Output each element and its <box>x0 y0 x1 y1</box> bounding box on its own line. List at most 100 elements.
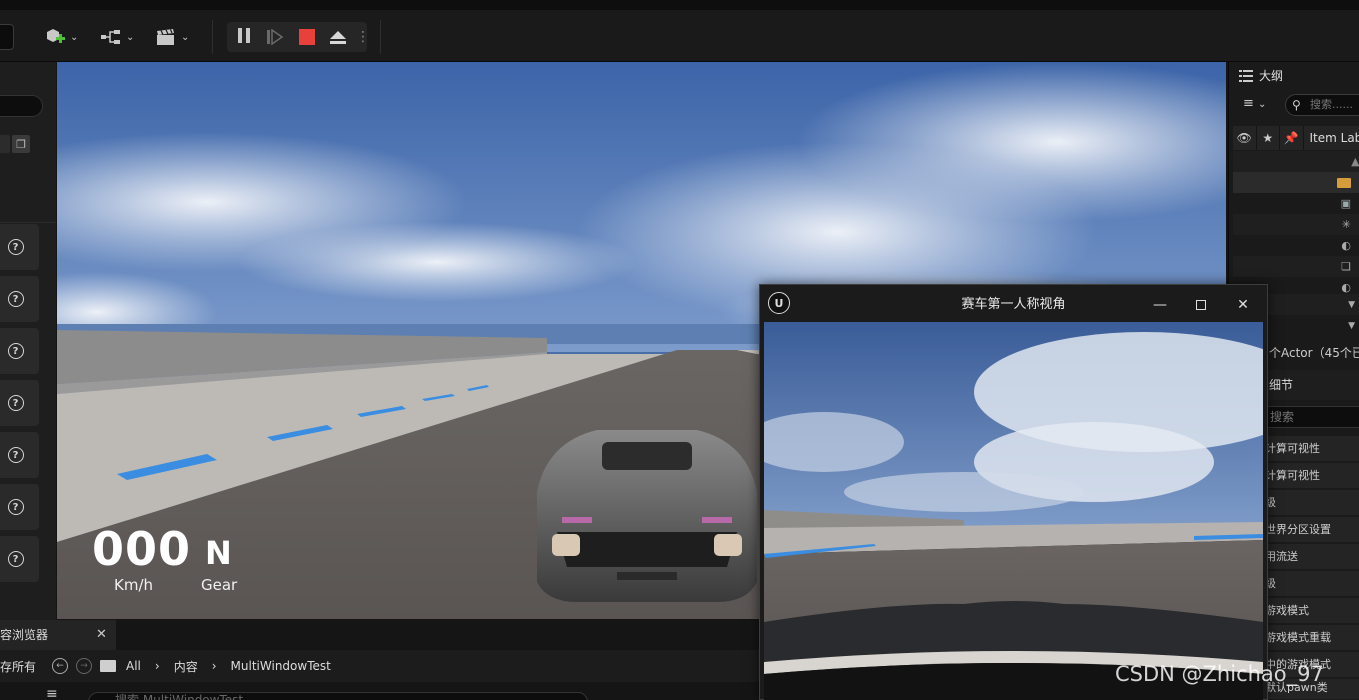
content-browser-tab-label: 内容浏览器 <box>0 628 49 642</box>
details-property-row[interactable]: 级 <box>1265 490 1359 516</box>
item-label-column[interactable]: Item Label <box>1304 131 1359 145</box>
chevron-right-icon: › <box>154 659 160 673</box>
folder-icon <box>100 660 117 672</box>
question-icon: ? <box>7 395 24 411</box>
close-icon[interactable]: ✕ <box>96 620 107 650</box>
breadcrumb-folder[interactable]: MultiWindowTest <box>231 659 331 673</box>
chevron-down-icon: ⌄ <box>126 31 135 43</box>
cinematics-button[interactable]: ⌄ <box>155 24 189 50</box>
content-search-input[interactable]: 搜索 MultiWindowTest <box>88 692 588 700</box>
boxes-icon[interactable]: ❐ <box>12 135 30 153</box>
content-browser-tabbar: 内容浏览器 ✕ <box>0 620 760 650</box>
watermark: CSDN @Zhichao_97 <box>1115 662 1324 686</box>
left-search-field[interactable] <box>0 95 43 117</box>
add-actor-icon <box>47 29 65 43</box>
outliner-title: 大纲 <box>1259 69 1284 83</box>
details-property-row[interactable]: 世界分区设置 <box>1265 517 1359 543</box>
gear-label: Gear <box>201 576 238 594</box>
question-icon: ? <box>7 551 24 567</box>
breadcrumb-content[interactable]: 内容 <box>174 658 198 675</box>
maximize-icon <box>1196 300 1206 310</box>
chevron-down-icon: ⌄ <box>70 31 79 43</box>
folder-icon <box>1337 177 1351 188</box>
play-controls: ⋮ <box>227 22 370 52</box>
outliner-tab[interactable]: 大纲 <box>1239 67 1283 84</box>
pause-button[interactable] <box>233 26 255 48</box>
star-icon[interactable]: ★ <box>1257 126 1280 150</box>
question-icon: ? <box>7 343 24 359</box>
details-property-row[interactable]: 计算可视性 <box>1265 436 1359 462</box>
help-button[interactable]: ? <box>0 432 39 478</box>
eject-icon <box>330 31 347 44</box>
search-icon: ⚲ <box>1292 98 1301 112</box>
main-toolbar: ⌄ ⌄ ⌄ ⋮ <box>0 0 1359 62</box>
more-vertical-icon: ⋮ <box>356 29 370 45</box>
blueprint-icon <box>101 30 120 44</box>
outliner-row[interactable]: ◐ <box>1233 235 1359 256</box>
level-icon: ▲ <box>1351 155 1359 168</box>
outliner-row[interactable]: ❏ <box>1233 256 1359 277</box>
help-button[interactable]: ? <box>0 328 39 374</box>
stop-icon <box>298 29 315 45</box>
toolbar-divider <box>380 20 381 54</box>
pause-icon <box>236 28 252 46</box>
pin-icon[interactable]: 📌 <box>1280 126 1304 150</box>
cube-icon: ❏ <box>1341 260 1351 273</box>
divider <box>0 222 56 223</box>
question-icon: ? <box>7 447 24 463</box>
mode-selector[interactable] <box>0 24 14 50</box>
details-property-row[interactable]: 级 <box>1265 571 1359 597</box>
actor-icon: ▣ <box>1340 197 1351 210</box>
first-person-viewport[interactable] <box>764 322 1263 700</box>
outliner-row[interactable]: ▣ <box>1233 193 1359 214</box>
outliner-row[interactable] <box>1233 172 1359 193</box>
details-property-row[interactable]: 游戏模式 <box>1265 598 1359 624</box>
breadcrumb-all[interactable]: All <box>126 659 141 673</box>
outliner-row[interactable]: ✳ <box>1233 214 1359 235</box>
eye-icon[interactable]: 👁 <box>1233 126 1257 150</box>
question-icon: ? <box>7 499 24 515</box>
outliner-column-header: 👁 ★ 📌 Item Label <box>1233 126 1359 150</box>
details-property-row[interactable]: 用流送 <box>1265 544 1359 570</box>
blueprint-button[interactable]: ⌄ <box>100 24 134 50</box>
first-person-scene <box>764 322 1263 700</box>
maximize-button[interactable] <box>1189 293 1213 317</box>
details-search-input[interactable]: 搜索 <box>1265 406 1359 428</box>
close-icon: ✕ <box>1237 297 1249 313</box>
outliner-row-world[interactable]: ▲ Vo <box>1233 151 1359 172</box>
toolbar-divider <box>212 20 213 54</box>
help-button[interactable]: ? <box>0 276 39 322</box>
unreal-logo-icon: U <box>768 292 790 314</box>
save-all-button[interactable]: 保存所有 <box>0 658 36 675</box>
sphere-icon: ◐ <box>1341 239 1351 252</box>
forward-icon[interactable]: → <box>76 658 93 674</box>
help-button[interactable]: ? <box>0 484 39 530</box>
more-options-button[interactable]: ⋮ <box>356 26 370 48</box>
add-actor-button[interactable]: ⌄ <box>44 24 78 50</box>
help-button[interactable]: ? <box>0 224 39 270</box>
first-person-window: 赛车第一人称视角 U — ✕ <box>759 284 1268 700</box>
step-forward-icon <box>267 29 284 45</box>
help-button[interactable]: ? <box>0 536 39 582</box>
filter-button[interactable]: ≡ ⌄ <box>1243 96 1266 111</box>
minimize-button[interactable]: — <box>1148 293 1172 317</box>
content-browser-nav: 保存所有 ← → All › 内容 › MultiWindowTest <box>0 650 760 682</box>
eject-button[interactable] <box>328 26 350 48</box>
chevron-down-icon: ⌄ <box>1258 99 1267 110</box>
sphere-icon: ◐ <box>1341 281 1351 294</box>
race-car <box>537 430 757 602</box>
stop-button[interactable] <box>296 26 318 48</box>
details-property-row[interactable]: 计算可视性 <box>1265 463 1359 489</box>
outliner-search-input[interactable]: ⚲ 搜索...... <box>1285 94 1359 116</box>
speed-unit-label: Km/h <box>114 576 154 594</box>
speed-readout: 000 <box>92 522 192 576</box>
window-titlebar[interactable]: 赛车第一人称视角 U — ✕ <box>760 285 1267 321</box>
filter-icon: ≡ <box>1243 96 1254 111</box>
back-icon[interactable]: ← <box>52 658 69 674</box>
details-property-row[interactable]: 游戏模式重载 <box>1265 625 1359 651</box>
close-button[interactable]: ✕ <box>1231 293 1255 317</box>
panel-toggle-icon[interactable] <box>0 135 10 153</box>
step-forward-button[interactable] <box>265 26 287 48</box>
help-button[interactable]: ? <box>0 380 39 426</box>
hamburger-icon[interactable]: ≡ <box>46 686 58 700</box>
